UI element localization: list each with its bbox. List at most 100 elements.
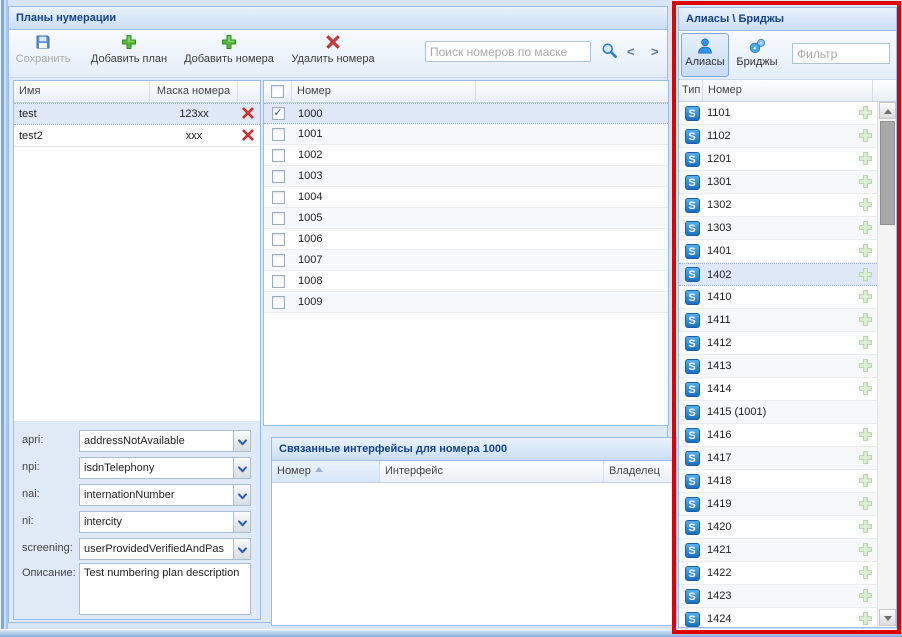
alias-row[interactable]: S1201: [679, 148, 877, 171]
alias-row[interactable]: S1414: [679, 378, 877, 401]
number-row[interactable]: 1008: [264, 271, 668, 292]
alias-row[interactable]: S1413: [679, 355, 877, 378]
add-alias-icon[interactable]: [853, 358, 877, 374]
add-alias-icon[interactable]: [853, 542, 877, 558]
alias-row[interactable]: S1101: [679, 102, 877, 125]
alias-row[interactable]: S1422: [679, 562, 877, 585]
combobox-dropdown-trigger[interactable]: [233, 431, 250, 451]
plan-row[interactable]: test2xxx: [14, 125, 260, 147]
field-combobox[interactable]: isdnTelephony: [79, 457, 251, 479]
combobox-dropdown-trigger[interactable]: [233, 458, 250, 478]
alias-row[interactable]: S1418: [679, 470, 877, 493]
add-alias-icon[interactable]: [853, 174, 877, 190]
field-combobox[interactable]: userProvidedVerifiedAndPas: [79, 538, 251, 560]
aliases-scrollbar[interactable]: [877, 102, 896, 626]
add-alias-icon[interactable]: [853, 151, 877, 167]
alias-row[interactable]: S1402: [679, 263, 877, 286]
save-button[interactable]: Сохранить: [11, 34, 75, 74]
alias-row[interactable]: S1415 (1001): [679, 401, 877, 424]
alias-row[interactable]: S1411: [679, 309, 877, 332]
number-row[interactable]: 1001: [264, 124, 668, 145]
add-alias-icon[interactable]: [853, 267, 877, 283]
column-header-interface[interactable]: Интерфейс: [380, 461, 604, 482]
alias-row[interactable]: S1302: [679, 194, 877, 217]
number-checkbox[interactable]: [272, 212, 285, 225]
number-row[interactable]: 1004: [264, 187, 668, 208]
alias-row[interactable]: S1417: [679, 447, 877, 470]
add-alias-icon[interactable]: [853, 611, 877, 627]
filter-input[interactable]: [792, 43, 890, 64]
add-alias-icon[interactable]: [853, 519, 877, 535]
add-alias-icon[interactable]: [853, 197, 877, 213]
add-alias-icon[interactable]: [853, 496, 877, 512]
add-alias-icon[interactable]: [853, 312, 877, 328]
number-checkbox[interactable]: [272, 170, 285, 183]
alias-row[interactable]: S1423: [679, 585, 877, 608]
number-row[interactable]: 1003: [264, 166, 668, 187]
add-numbers-button[interactable]: Добавить номера: [177, 34, 281, 74]
delete-plan-icon[interactable]: [238, 128, 258, 144]
field-combobox[interactable]: addressNotAvailable: [79, 430, 251, 452]
add-alias-icon[interactable]: [853, 565, 877, 581]
number-checkbox[interactable]: ✓: [272, 107, 285, 120]
delete-plan-icon[interactable]: [238, 106, 258, 122]
number-checkbox[interactable]: [272, 254, 285, 267]
alias-row[interactable]: S1416: [679, 424, 877, 447]
add-alias-icon[interactable]: [853, 220, 877, 236]
alias-row[interactable]: S1410: [679, 286, 877, 309]
add-alias-icon[interactable]: [853, 289, 877, 305]
plan-row[interactable]: test123xx: [14, 103, 260, 125]
column-header-iface-number[interactable]: Номер: [272, 461, 380, 482]
field-combobox[interactable]: intercity: [79, 511, 251, 533]
number-checkbox[interactable]: [272, 128, 285, 141]
add-alias-icon[interactable]: [853, 335, 877, 351]
add-alias-icon[interactable]: [853, 473, 877, 489]
column-header-name[interactable]: Имя: [14, 81, 150, 102]
alias-row[interactable]: S1102: [679, 125, 877, 148]
scrollbar-thumb[interactable]: [880, 121, 895, 225]
add-plan-button[interactable]: Добавить план: [83, 34, 175, 74]
tab-bridges[interactable]: Бриджы: [733, 33, 781, 77]
number-row[interactable]: ✓1000: [264, 103, 668, 124]
number-checkbox[interactable]: [272, 296, 285, 309]
column-header-mask[interactable]: Маска номера: [150, 81, 238, 102]
page-next-arrow[interactable]: >: [651, 44, 659, 59]
add-alias-icon[interactable]: [853, 243, 877, 259]
description-textarea[interactable]: Test numbering plan description: [79, 563, 251, 615]
scroll-down-button[interactable]: [879, 609, 896, 626]
add-alias-icon[interactable]: [853, 105, 877, 121]
tab-aliases[interactable]: Алиасы: [681, 33, 729, 77]
column-header-owner[interactable]: Владелец: [604, 461, 676, 482]
alias-row[interactable]: S1301: [679, 171, 877, 194]
column-header-alias-number[interactable]: Номер: [703, 80, 873, 101]
field-combobox[interactable]: internationNumber: [79, 484, 251, 506]
column-header-number[interactable]: Номер: [292, 81, 476, 102]
number-row[interactable]: 1006: [264, 229, 668, 250]
alias-row[interactable]: S1303: [679, 217, 877, 240]
add-alias-icon[interactable]: [853, 381, 877, 397]
alias-row[interactable]: S1420: [679, 516, 877, 539]
alias-row[interactable]: S1421: [679, 539, 877, 562]
delete-numbers-button[interactable]: Удалить номера: [285, 34, 381, 74]
alias-row[interactable]: S1419: [679, 493, 877, 516]
combobox-dropdown-trigger[interactable]: [233, 512, 250, 532]
scroll-up-button[interactable]: [879, 102, 896, 119]
alias-row[interactable]: S1401: [679, 240, 877, 263]
number-checkbox[interactable]: [272, 191, 285, 204]
column-header-type[interactable]: Тип: [679, 80, 703, 101]
select-all-checkbox[interactable]: [271, 85, 284, 98]
add-alias-icon[interactable]: [853, 427, 877, 443]
alias-row[interactable]: S1424: [679, 608, 877, 627]
add-alias-icon[interactable]: [853, 128, 877, 144]
alias-row[interactable]: S1412: [679, 332, 877, 355]
number-row[interactable]: 1005: [264, 208, 668, 229]
number-checkbox[interactable]: [272, 149, 285, 162]
add-alias-icon[interactable]: [853, 588, 877, 604]
search-icon[interactable]: [601, 42, 618, 62]
add-alias-icon[interactable]: [853, 450, 877, 466]
number-checkbox[interactable]: [272, 275, 285, 288]
combobox-dropdown-trigger[interactable]: [233, 539, 250, 559]
number-checkbox[interactable]: [272, 233, 285, 246]
combobox-dropdown-trigger[interactable]: [233, 485, 250, 505]
page-prev-arrow[interactable]: <: [627, 44, 635, 59]
